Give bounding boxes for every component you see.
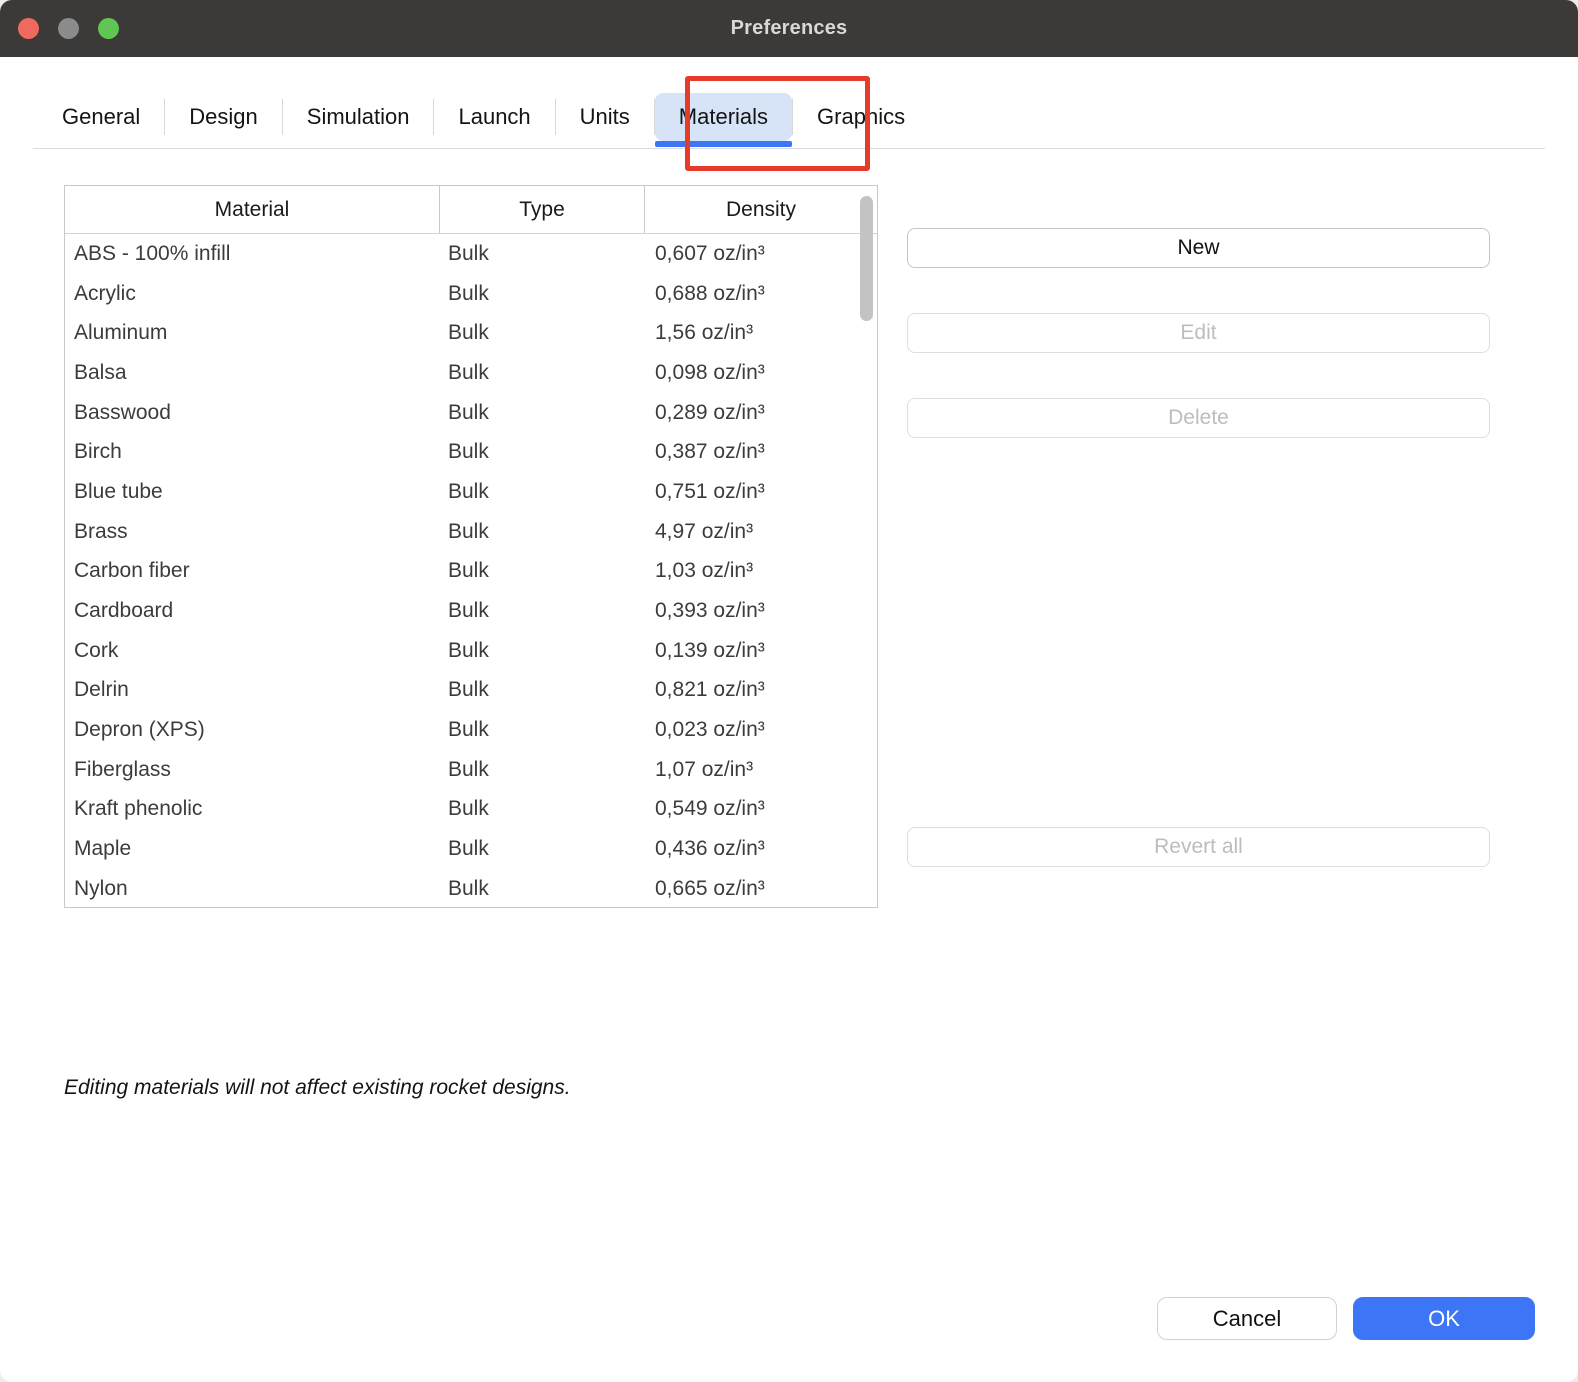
table-row[interactable]: Depron (XPS)Bulk0,023 oz/in³ [65,710,877,750]
preferences-window: Preferences GeneralDesignSimulationLaunc… [0,0,1578,1382]
cell-density: 1,03 oz/in³ [645,559,877,583]
minimize-button[interactable] [58,18,79,39]
cell-type: Bulk [440,877,645,901]
cell-density: 1,07 oz/in³ [645,758,877,782]
table-row[interactable]: CorkBulk0,139 oz/in³ [65,631,877,671]
cell-density: 0,751 oz/in³ [645,480,877,504]
table-row[interactable]: MapleBulk0,436 oz/in³ [65,829,877,869]
cell-type: Bulk [440,401,645,425]
table-row[interactable]: BasswoodBulk0,289 oz/in³ [65,393,877,433]
cell-density: 0,688 oz/in³ [645,282,877,306]
tab-graphics[interactable]: Graphics [793,93,929,141]
table-row[interactable]: FiberglassBulk1,07 oz/in³ [65,750,877,790]
column-header-density[interactable]: Density [645,186,877,233]
table-row[interactable]: AcrylicBulk0,688 oz/in³ [65,274,877,314]
tab-materials[interactable]: Materials [655,93,792,141]
edit-button[interactable]: Edit [907,313,1490,353]
table-row[interactable]: ABS - 100% infillBulk0,607 oz/in³ [65,234,877,274]
window-title: Preferences [731,17,848,40]
table-header: Material Type Density [65,186,877,234]
cell-density: 0,387 oz/in³ [645,440,877,464]
cell-type: Bulk [440,480,645,504]
column-header-type[interactable]: Type [440,186,645,233]
cell-material: Depron (XPS) [65,718,440,742]
cell-type: Bulk [440,758,645,782]
table-row[interactable]: BrassBulk4,97 oz/in³ [65,512,877,552]
cell-material: Cardboard [65,599,440,623]
cell-density: 0,607 oz/in³ [645,242,877,266]
cell-material: Carbon fiber [65,559,440,583]
tab-units[interactable]: Units [556,93,654,141]
revert-all-button[interactable]: Revert all [907,827,1490,867]
cell-material: Brass [65,520,440,544]
zoom-button[interactable] [98,18,119,39]
tab-general[interactable]: General [38,93,164,141]
table-row[interactable]: AluminumBulk1,56 oz/in³ [65,313,877,353]
cell-type: Bulk [440,321,645,345]
materials-note: Editing materials will not affect existi… [64,1076,571,1100]
column-header-material[interactable]: Material [65,186,440,233]
cell-density: 0,549 oz/in³ [645,797,877,821]
cell-material: Kraft phenolic [65,797,440,821]
table-row[interactable]: Carbon fiberBulk1,03 oz/in³ [65,552,877,592]
table-row[interactable]: Kraft phenolicBulk0,549 oz/in³ [65,790,877,830]
cell-type: Bulk [440,242,645,266]
cell-density: 0,436 oz/in³ [645,837,877,861]
cell-type: Bulk [440,837,645,861]
cell-material: Fiberglass [65,758,440,782]
cell-density: 4,97 oz/in³ [645,520,877,544]
cell-material: Blue tube [65,480,440,504]
delete-button[interactable]: Delete [907,398,1490,438]
cell-type: Bulk [440,797,645,821]
tab-simulation[interactable]: Simulation [283,93,434,141]
tab-bar: GeneralDesignSimulationLaunchUnitsMateri… [38,88,1540,146]
cell-material: Birch [65,440,440,464]
tab-design[interactable]: Design [165,93,281,141]
cell-material: Acrylic [65,282,440,306]
cell-density: 0,393 oz/in³ [645,599,877,623]
ok-button[interactable]: OK [1353,1297,1535,1340]
cell-density: 0,139 oz/in³ [645,639,877,663]
traffic-lights [18,18,119,39]
new-button[interactable]: New [907,228,1490,268]
cell-material: Basswood [65,401,440,425]
cell-density: 0,821 oz/in³ [645,678,877,702]
title-bar: Preferences [0,0,1578,57]
cell-material: Maple [65,837,440,861]
cell-type: Bulk [440,559,645,583]
tab-bar-divider [33,148,1545,149]
cell-type: Bulk [440,718,645,742]
cell-density: 0,098 oz/in³ [645,361,877,385]
table-row[interactable]: BalsaBulk0,098 oz/in³ [65,353,877,393]
table-row[interactable]: BirchBulk0,387 oz/in³ [65,432,877,472]
cell-material: Balsa [65,361,440,385]
cell-density: 0,023 oz/in³ [645,718,877,742]
cell-density: 0,665 oz/in³ [645,877,877,901]
cell-material: Cork [65,639,440,663]
close-button[interactable] [18,18,39,39]
cell-type: Bulk [440,440,645,464]
cell-type: Bulk [440,282,645,306]
cell-material: Nylon [65,877,440,901]
cell-type: Bulk [440,599,645,623]
cell-material: Delrin [65,678,440,702]
cell-type: Bulk [440,520,645,544]
table-row[interactable]: NylonBulk0,665 oz/in³ [65,869,877,908]
vertical-scrollbar-thumb[interactable] [860,196,873,321]
cell-density: 1,56 oz/in³ [645,321,877,345]
cancel-button[interactable]: Cancel [1157,1297,1337,1340]
tab-launch[interactable]: Launch [434,93,554,141]
cell-density: 0,289 oz/in³ [645,401,877,425]
table-row[interactable]: Blue tubeBulk0,751 oz/in³ [65,472,877,512]
cell-type: Bulk [440,361,645,385]
table-body: ABS - 100% infillBulk0,607 oz/in³Acrylic… [65,234,877,908]
materials-table: Material Type Density ABS - 100% infillB… [64,185,878,908]
table-row[interactable]: CardboardBulk0,393 oz/in³ [65,591,877,631]
table-row[interactable]: DelrinBulk0,821 oz/in³ [65,671,877,711]
cell-type: Bulk [440,639,645,663]
cell-material: ABS - 100% infill [65,242,440,266]
cell-type: Bulk [440,678,645,702]
cell-material: Aluminum [65,321,440,345]
